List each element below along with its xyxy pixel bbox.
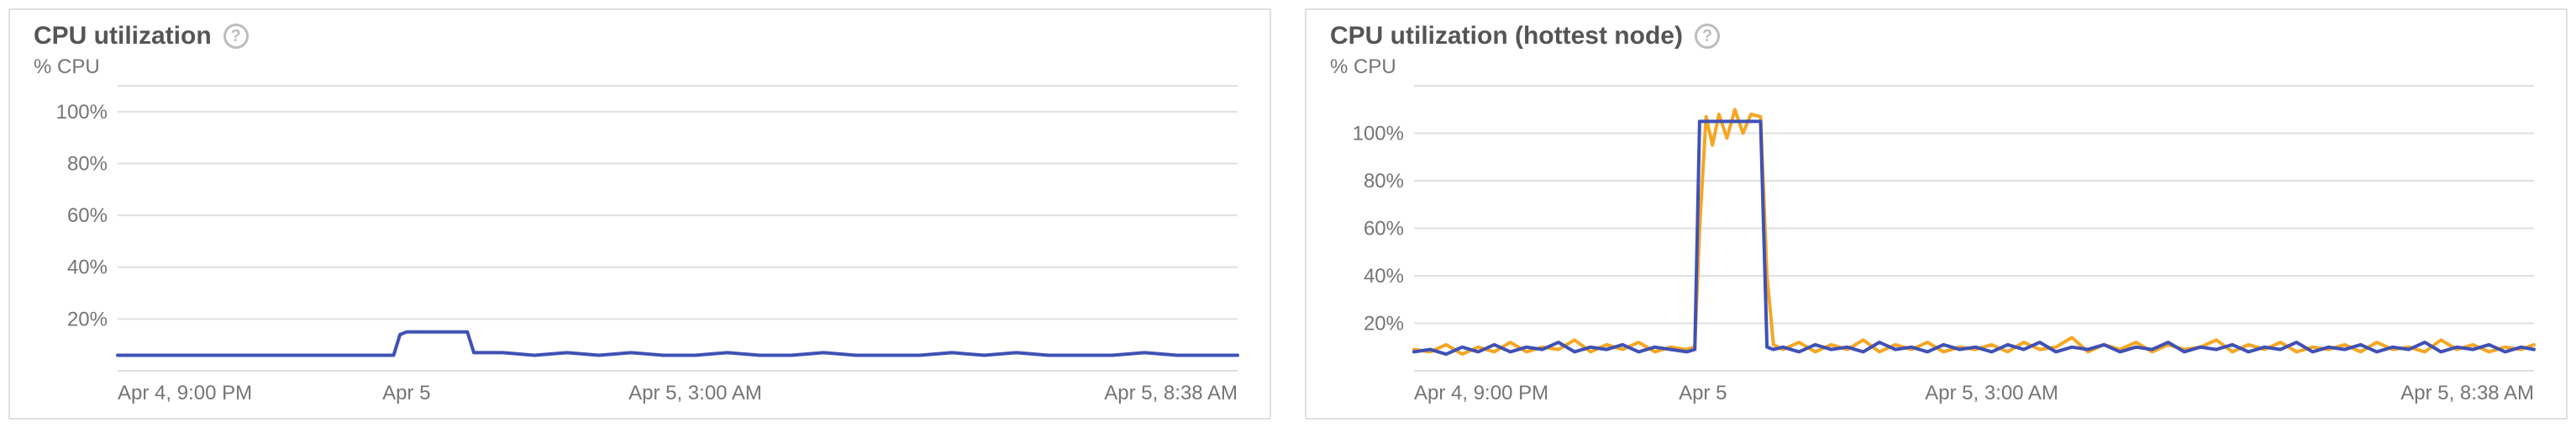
svg-text:20%: 20% — [67, 308, 108, 330]
svg-text:Apr 4, 9:00 PM: Apr 4, 9:00 PM — [1414, 382, 1548, 404]
svg-text:100%: 100% — [1353, 123, 1404, 145]
card-title: CPU utilization (hottest node) — [1330, 22, 1683, 50]
y-axis-title: % CPU — [34, 55, 1246, 82]
cpu-util-card: CPU utilization ? % CPU 20% 40% 60% 80% 100%… — [8, 8, 1271, 420]
svg-text:Apr 5, 8:38 AM: Apr 5, 8:38 AM — [2400, 382, 2534, 404]
cpu-hot-card: CPU utilization (hottest node) ? % CPU 2… — [1305, 8, 2568, 420]
card-title: CPU utilization — [34, 22, 212, 50]
help-icon[interactable]: ? — [1695, 24, 1720, 49]
svg-text:80%: 80% — [1364, 170, 1404, 193]
svg-text:Apr 5: Apr 5 — [382, 382, 430, 404]
svg-text:Apr 5, 3:00 AM: Apr 5, 3:00 AM — [628, 382, 762, 404]
cpu-hot-plot[interactable]: 20% 40% 60% 80% 100% Apr 4, 9:00 PM Apr 5 Apr 5… — [1330, 82, 2542, 408]
charts-row: CPU utilization ? % CPU 20% 40% 60% 80% 100%… — [0, 0, 2576, 428]
svg-text:60%: 60% — [67, 204, 108, 227]
svg-text:Apr 5, 8:38 AM: Apr 5, 8:38 AM — [1104, 382, 1238, 404]
svg-text:Apr 4, 9:00 PM: Apr 4, 9:00 PM — [118, 382, 252, 404]
svg-text:20%: 20% — [1364, 313, 1404, 336]
card-header: CPU utilization ? — [10, 22, 1270, 55]
svg-text:Apr 5: Apr 5 — [1679, 382, 1727, 404]
chart-area: % CPU 20% 40% 60% 80% 100% Apr 4, 9:00 PM Apr … — [1306, 55, 2566, 410]
cpu-util-plot[interactable]: 20% 40% 60% 80% 100% Apr 4, 9:00 PM Apr 5 Apr 5… — [34, 82, 1246, 408]
svg-text:100%: 100% — [56, 101, 108, 124]
svg-text:40%: 40% — [67, 256, 108, 279]
card-header: CPU utilization (hottest node) ? — [1306, 22, 2566, 55]
svg-text:Apr 5, 3:00 AM: Apr 5, 3:00 AM — [1925, 382, 2058, 404]
y-axis-title: % CPU — [1330, 55, 2542, 82]
help-icon[interactable]: ? — [223, 24, 249, 49]
svg-text:40%: 40% — [1364, 265, 1404, 288]
svg-text:80%: 80% — [67, 152, 108, 175]
svg-text:60%: 60% — [1364, 218, 1404, 240]
chart-area: % CPU 20% 40% 60% 80% 100% Apr 4, 9:00 PM Apr … — [10, 55, 1270, 410]
